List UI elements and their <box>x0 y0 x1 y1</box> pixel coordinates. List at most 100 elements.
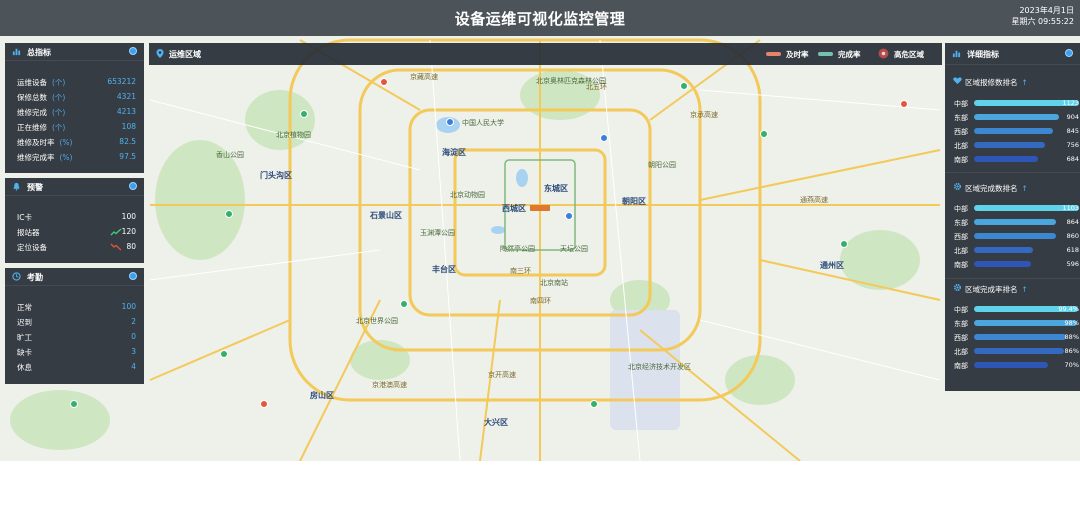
panel-menu-dot[interactable] <box>129 272 137 280</box>
metric-value: 108 <box>121 122 136 131</box>
poi-label: 北京南站 <box>540 279 568 287</box>
warning-label: 报站器 <box>17 228 40 237</box>
rank-value: 70% <box>1064 361 1079 369</box>
attendance-value: 2 <box>131 317 136 326</box>
warning-value: 100 <box>121 212 136 221</box>
sort-arrow-icon[interactable]: ↑ <box>1022 285 1028 294</box>
map-pin[interactable] <box>225 210 233 218</box>
rank-label: 中部 <box>954 100 968 108</box>
poi-label: 玉渊潭公园 <box>420 229 455 237</box>
district-label: 丰台区 <box>432 265 456 274</box>
rank-row: 中部 1103 <box>954 202 1079 214</box>
map-pin[interactable] <box>220 350 228 358</box>
map-pin[interactable] <box>380 78 388 86</box>
rank-bar <box>974 233 1056 239</box>
rank-label: 南部 <box>954 362 968 370</box>
attendance-row: 正常 100 <box>17 300 136 313</box>
rank-label: 南部 <box>954 156 968 164</box>
panel-title: 考勤 <box>27 273 43 282</box>
rank-bar <box>974 348 1065 354</box>
metric-row: 维修完成 (个) 4213 <box>17 105 136 118</box>
rank-bar <box>974 334 1067 340</box>
map-pin[interactable] <box>400 300 408 308</box>
gear-icon <box>953 182 962 191</box>
panel-menu-dot[interactable] <box>1065 49 1073 57</box>
map-pin[interactable] <box>900 100 908 108</box>
page-title: 设备运维可视化监控管理 <box>454 10 626 28</box>
rank-label: 西部 <box>954 233 968 241</box>
attendance-row: 旷工 0 <box>17 330 136 343</box>
poi-label: 香山公园 <box>216 151 244 159</box>
rank-label: 中部 <box>954 306 968 314</box>
metric-row: 维修及时率 (%) 82.5 <box>17 135 136 148</box>
rank-row: 南部 596 <box>954 258 1079 270</box>
rank-row: 南部 70% <box>954 359 1079 371</box>
road-label: 南三环 <box>510 267 531 275</box>
metric-value: 653212 <box>107 77 136 86</box>
district-label: 大兴区 <box>484 418 508 427</box>
rank-bar <box>974 362 1048 368</box>
rank-bar <box>974 247 1033 253</box>
attendance-label: 缺卡 <box>17 348 32 357</box>
rank-bar <box>974 114 1059 120</box>
panel-menu-dot[interactable] <box>129 47 137 55</box>
legend-label[interactable]: 高危区域 <box>894 49 924 60</box>
map-pin[interactable] <box>590 400 598 408</box>
rank-value: 860 <box>1066 232 1079 240</box>
attendance-value: 100 <box>121 302 136 311</box>
panel-header: 详细指标 <box>945 43 1080 65</box>
poi-label: 朝阳公园 <box>648 161 676 169</box>
metric-row: 运维设备 (个) 653212 <box>17 75 136 88</box>
high-risk-icon <box>878 48 889 59</box>
poi-label: 中国人民大学 <box>462 119 504 127</box>
rank-value: 684 <box>1066 155 1079 163</box>
panel-menu-dot[interactable] <box>129 182 137 190</box>
time-text: 星期六 09:55:22 <box>1011 17 1074 26</box>
map-pin[interactable] <box>446 118 454 126</box>
poi-label: 北京动物园 <box>450 191 485 199</box>
city-map[interactable] <box>0 0 1080 461</box>
metric-unit: (个) <box>52 93 66 102</box>
map-pin[interactable] <box>680 82 688 90</box>
rank-bar <box>974 142 1045 148</box>
sort-arrow-icon[interactable]: ↑ <box>1022 184 1028 193</box>
rank-bar <box>974 128 1053 134</box>
legend-label[interactable]: 及时率 <box>786 49 809 60</box>
bell-icon <box>13 182 20 191</box>
section-title: 区域完成数排名 ↑ <box>965 183 1028 194</box>
rank-label: 东部 <box>954 114 968 122</box>
rank-label: 南部 <box>954 261 968 269</box>
panel-title: 预警 <box>27 183 43 192</box>
metric-label: 保修总数 <box>17 93 47 102</box>
warning-label: 定位设备 <box>17 243 47 252</box>
rank-row: 西部 88% <box>954 331 1079 343</box>
metric-unit: (%) <box>59 138 73 147</box>
map-pin[interactable] <box>565 212 573 220</box>
attendance-value: 0 <box>131 332 136 341</box>
metric-unit: (个) <box>52 108 66 117</box>
attendance-row: 迟到 2 <box>17 315 136 328</box>
road-label: 京开高速 <box>488 371 516 379</box>
map-pin[interactable] <box>760 130 768 138</box>
legend-label[interactable]: 完成率 <box>838 49 861 60</box>
district-label: 房山区 <box>310 391 334 400</box>
rank-value: 86% <box>1064 347 1079 355</box>
poi-label: 天坛公园 <box>560 245 588 253</box>
map-pin[interactable] <box>70 400 78 408</box>
warning-label: IC卡 <box>17 213 32 222</box>
map-pin[interactable] <box>840 240 848 248</box>
rank-row: 西部 845 <box>954 125 1079 137</box>
rank-bar <box>974 320 1077 326</box>
district-label: 门头沟区 <box>260 171 292 180</box>
metric-row: 保修总数 (个) 4321 <box>17 90 136 103</box>
map-pin[interactable] <box>300 110 308 118</box>
metric-value: 97.5 <box>119 152 136 161</box>
map-pin[interactable] <box>600 134 608 142</box>
sort-arrow-icon[interactable]: ↑ <box>1022 78 1028 87</box>
rank-value: 1103 <box>1062 204 1079 212</box>
metric-value: 82.5 <box>119 137 136 146</box>
attendance-panel: 考勤 正常 100 迟到 2 旷工 0 缺卡 3 休息 4 <box>5 268 144 384</box>
rank-bar <box>974 261 1031 267</box>
map-pin[interactable] <box>260 400 268 408</box>
rank-value: 904 <box>1066 113 1079 121</box>
